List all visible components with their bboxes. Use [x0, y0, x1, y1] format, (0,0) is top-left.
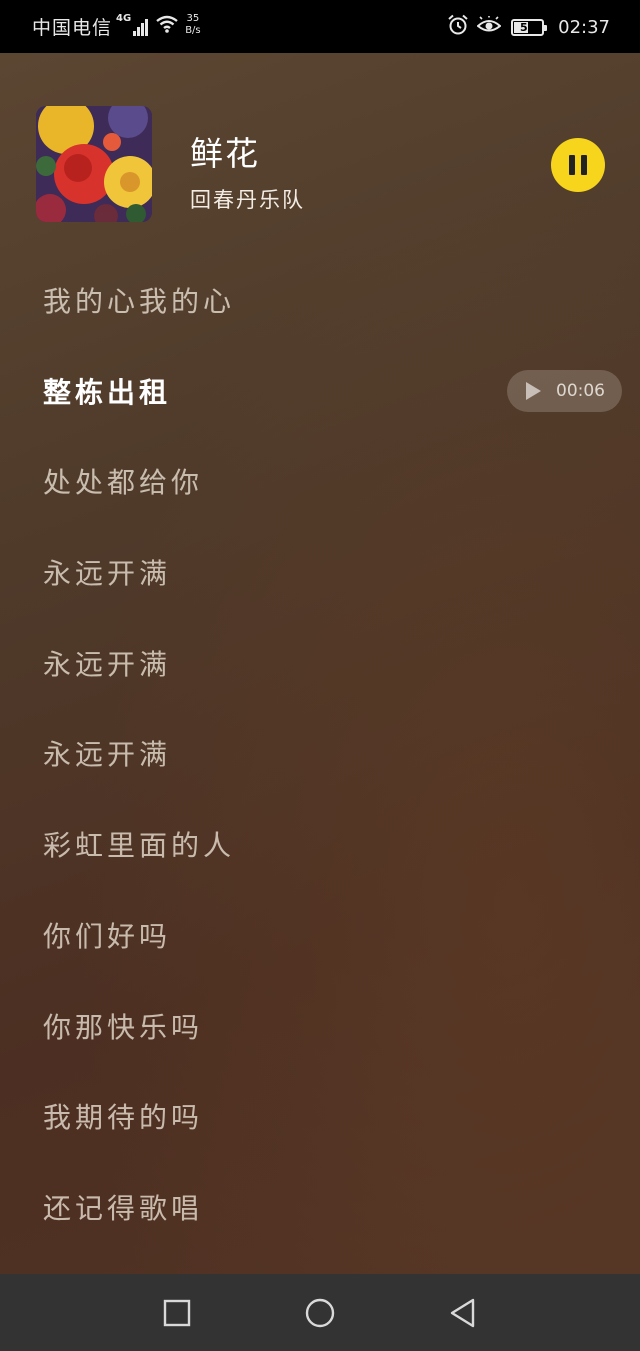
network-speed: 35 B/s: [185, 13, 200, 37]
status-bar: 中国电信 4G 35 B/s 52 02:37: [0, 0, 640, 53]
song-title: 鲜花: [190, 134, 260, 173]
navigation-bar: [0, 1274, 640, 1351]
lyric-line-current[interactable]: 整栋出租: [43, 357, 235, 448]
lyric-line[interactable]: 永远开满: [43, 719, 235, 810]
home-button[interactable]: [304, 1297, 336, 1329]
circle-icon: [305, 1298, 335, 1328]
network-speed-unit: B/s: [185, 24, 201, 36]
status-right: 52 02:37: [439, 14, 610, 41]
eye-comfort-icon: [476, 15, 502, 39]
pause-icon-bar: [581, 155, 587, 175]
lyric-line[interactable]: 永远开满: [43, 538, 235, 629]
clock: 02:37: [558, 17, 610, 38]
pause-icon: [569, 155, 575, 175]
network-type: 4G: [116, 13, 132, 24]
lyric-line[interactable]: 还记得歌唱: [43, 1173, 235, 1264]
alarm-icon: [447, 14, 469, 41]
play-icon: [526, 382, 541, 400]
wifi-icon: [155, 15, 179, 38]
battery-percent: 52: [519, 21, 536, 34]
status-left: 中国电信 4G 35 B/s: [32, 13, 201, 40]
recent-apps-button[interactable]: [161, 1297, 193, 1329]
lyric-line[interactable]: 处处都给你: [43, 447, 235, 538]
lyrics-list: 我的心我的心 整栋出租 处处都给你 永远开满 永远开满 永远开满 彩虹里面的人 你们好吗 你那快…: [43, 266, 235, 1264]
signal-icon: [133, 18, 149, 36]
song-artist[interactable]: 回春丹乐队: [190, 184, 305, 214]
pause-button[interactable]: [551, 138, 605, 192]
seek-time: 00:06: [556, 381, 605, 401]
back-button[interactable]: [447, 1297, 479, 1329]
player-panel: 鲜花 回春丹乐队 我的心我的心 整栋出租 处处都给你 永远开满 永远开满 永远开满 彩虹里面…: [0, 53, 640, 1274]
music-player-screen: 中国电信 4G 35 B/s 52 02:37 鲜花 回春丹乐队 我的心我的心 …: [0, 0, 640, 1351]
album-cover[interactable]: [36, 106, 152, 222]
seek-to-line-button[interactable]: 00:06: [507, 370, 622, 412]
lyric-line[interactable]: 我期待的吗: [43, 1082, 235, 1173]
lyric-line[interactable]: 我的心我的心: [43, 266, 235, 357]
square-icon: [163, 1299, 191, 1327]
network-speed-value: 35: [186, 12, 200, 24]
lyric-line[interactable]: 永远开满: [43, 629, 235, 720]
lyric-line[interactable]: 你们好吗: [43, 901, 235, 992]
lyric-line[interactable]: 你那快乐吗: [43, 992, 235, 1083]
lyric-line[interactable]: 彩虹里面的人: [43, 810, 235, 901]
carrier-name: 中国电信: [32, 17, 113, 39]
triangle-back-icon: [450, 1298, 475, 1328]
battery-icon: 52: [511, 19, 548, 36]
